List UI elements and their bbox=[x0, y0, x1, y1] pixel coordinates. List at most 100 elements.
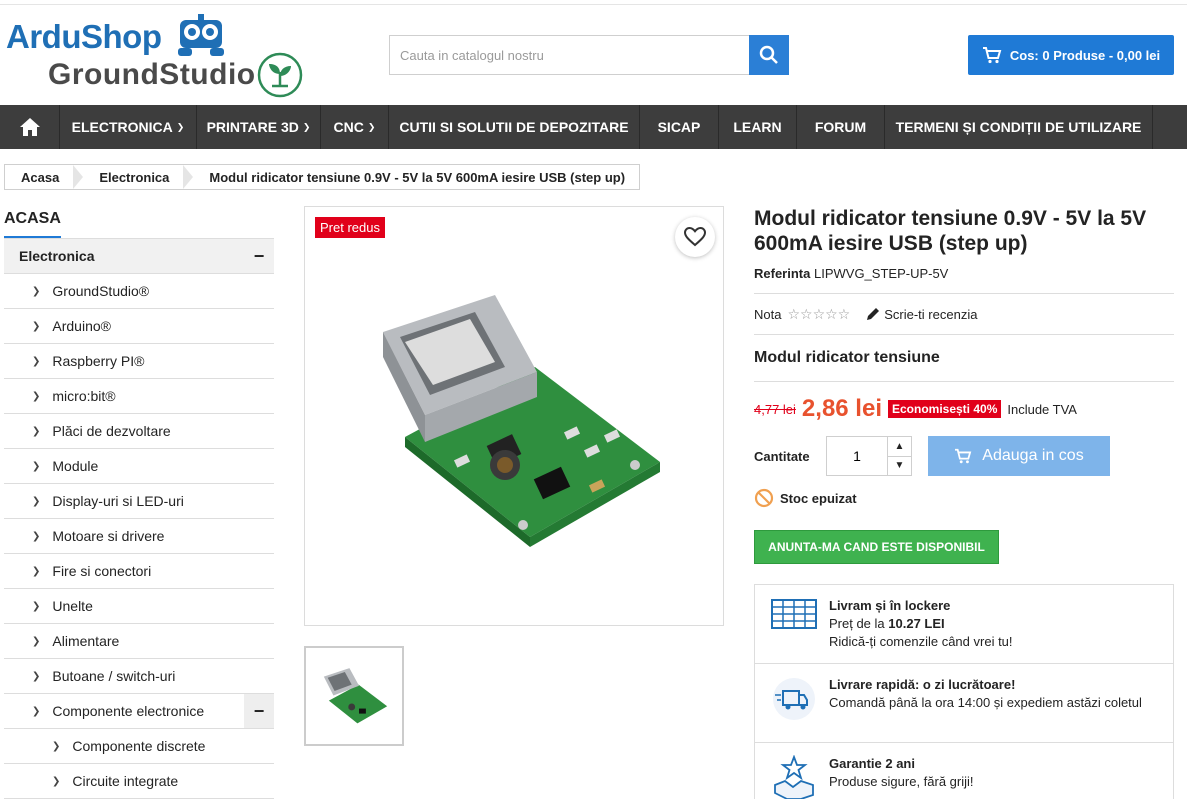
tax-label: Include TVA bbox=[1007, 401, 1077, 417]
breadcrumb-separator bbox=[183, 165, 194, 189]
sidebar-item-display[interactable]: ❯ Display-uri si LED-uri bbox=[4, 484, 274, 519]
write-review-link[interactable]: Scrie-ti recenzia bbox=[866, 307, 977, 322]
nav-home[interactable] bbox=[0, 105, 60, 149]
breadcrumb-current: Modul ridicator tensiune 0.9V - 5V la 5V… bbox=[209, 169, 626, 185]
logo-ardushop-text: ArduShop bbox=[6, 18, 162, 55]
chevron-right-icon: ❯ bbox=[32, 495, 41, 507]
sidebar-subitem-discrete[interactable]: ❯ Componente discrete bbox=[4, 729, 274, 764]
nav-printare-3d[interactable]: PRINTARE 3D ❯ bbox=[197, 105, 321, 149]
sidebar-item-electronica[interactable]: Electronica − bbox=[4, 239, 274, 274]
chevron-right-icon: ❯ bbox=[52, 775, 61, 787]
chevron-down-icon: ❯ bbox=[367, 121, 376, 132]
sidebar-item-alimentare[interactable]: ❯ Alimentare bbox=[4, 624, 274, 659]
quantity-down-icon[interactable]: ▼ bbox=[888, 455, 911, 476]
breadcrumb: Acasa Electronica Modul ridicator tensiu… bbox=[4, 164, 641, 190]
quantity-row: Cantitate ▲ ▼ Adauga in cos bbox=[754, 436, 1174, 476]
nav-cnc[interactable]: CNC ❯ bbox=[321, 105, 389, 149]
search-button[interactable] bbox=[749, 35, 789, 75]
collapse-icon[interactable]: − bbox=[244, 694, 274, 728]
rating-label: Nota bbox=[754, 306, 782, 322]
sidebar-item-butoane[interactable]: ❯ Butoane / switch-uri bbox=[4, 659, 274, 694]
chevron-down-icon: ❯ bbox=[302, 121, 311, 132]
sidebar-item-fire[interactable]: ❯ Fire si conectori bbox=[4, 554, 274, 589]
nav-sicap[interactable]: SICAP bbox=[640, 105, 719, 149]
delivery-info-box: Livram și în lockere Preț de la 10.27 LE… bbox=[754, 584, 1174, 799]
current-price: 2,86 lei bbox=[801, 395, 882, 422]
chevron-right-icon: ❯ bbox=[32, 600, 41, 612]
add-to-cart-button[interactable]: Adauga in cos bbox=[928, 436, 1110, 476]
stock-status: Stoc epuizat bbox=[754, 486, 1174, 510]
sidebar-item-microbit[interactable]: ❯ micro:bit® bbox=[4, 379, 274, 414]
search-input[interactable] bbox=[389, 35, 749, 75]
info-title: Livram și în lockere bbox=[829, 598, 951, 613]
chevron-right-icon: ❯ bbox=[32, 530, 41, 542]
sidebar-item-motoare[interactable]: ❯ Motoare si drivere bbox=[4, 519, 274, 554]
sidebar-item-placi[interactable]: ❯ Plăci de dezvoltare bbox=[4, 414, 274, 449]
chevron-right-icon: ❯ bbox=[32, 355, 41, 367]
robot-logo-icon bbox=[178, 14, 224, 56]
sidebar-item-unelte[interactable]: ❯ Unelte bbox=[4, 589, 274, 624]
category-sidebar: ACASA Electronica − ❯ GroundStudio® ❯ Ardu… bbox=[4, 206, 274, 799]
pencil-icon bbox=[867, 308, 880, 320]
product-main-image[interactable]: Pret redus bbox=[304, 206, 724, 626]
sidebar-item-raspberry[interactable]: ❯ Raspberry PI® bbox=[4, 344, 274, 379]
breadcrumb-home[interactable]: Acasa bbox=[5, 165, 73, 189]
cart-icon bbox=[982, 47, 1002, 64]
product-reference: Referinta LIPWVG_STEP-UP-5V bbox=[754, 266, 1174, 281]
chevron-right-icon: ❯ bbox=[32, 635, 41, 647]
locker-icon bbox=[771, 599, 817, 629]
info-title: Livrare rapidă: o zi lucrătoare! bbox=[829, 677, 1016, 692]
step-up-module-thumbnail bbox=[323, 668, 388, 724]
quantity-label: Cantitate bbox=[754, 448, 810, 464]
chevron-right-icon: ❯ bbox=[32, 670, 41, 682]
product-title: Modul ridicator tensiune 0.9V - 5V la 5V… bbox=[754, 207, 1147, 255]
quantity-input[interactable] bbox=[827, 437, 887, 475]
top-divider bbox=[0, 4, 1187, 5]
info-row-lockers: Livram și în lockere Preț de la 10.27 LE… bbox=[755, 585, 1173, 664]
product-info: Modul ridicator tensiune 0.9V - 5V la 5V… bbox=[754, 206, 1174, 564]
chevron-right-icon: ❯ bbox=[32, 320, 41, 332]
info-row-warranty: Garantie 2 ani Produse sigure, fără grij… bbox=[755, 743, 1173, 799]
nav-electronica[interactable]: ELECTRONICA ❯ bbox=[60, 105, 197, 149]
delivery-truck-icon bbox=[773, 678, 815, 720]
reference-label: Referinta bbox=[754, 266, 811, 281]
info-title: Garantie 2 ani bbox=[829, 756, 915, 771]
old-price: 4,77 lei bbox=[754, 401, 796, 417]
product-prices: 4,77 lei 2,86 lei Economisești 40% Inclu… bbox=[754, 382, 1174, 436]
chevron-right-icon: ❯ bbox=[32, 390, 41, 402]
chevron-right-icon: ❯ bbox=[32, 425, 41, 437]
cart-label: Cos: 0 Produse - 0,00 lei bbox=[1009, 47, 1161, 63]
nav-termeni[interactable]: TERMENI ȘI CONDIȚII DE UTILIZARE bbox=[885, 105, 1153, 149]
sidebar-item-module[interactable]: ❯ Module bbox=[4, 449, 274, 484]
chevron-right-icon: ❯ bbox=[32, 460, 41, 472]
site-logo[interactable]: ArduShop GroundStudio bbox=[4, 10, 314, 100]
notify-when-available-button[interactable]: ANUNTA-MA CAND ESTE DISPONIBIL bbox=[754, 530, 999, 564]
sidebar-item-groundstudio[interactable]: ❯ GroundStudio® bbox=[4, 274, 274, 309]
cart-button[interactable]: Cos: 0 Produse - 0,00 lei bbox=[968, 35, 1174, 75]
breadcrumb-electronica[interactable]: Electronica bbox=[83, 165, 183, 189]
search-bar bbox=[389, 35, 789, 75]
nav-learn[interactable]: LEARN bbox=[719, 105, 797, 149]
sidebar-subitem-integrate[interactable]: ❯ Circuite integrate bbox=[4, 764, 274, 799]
plant-logo-icon bbox=[257, 52, 303, 98]
cart-icon bbox=[955, 448, 972, 464]
rating-stars-icon: ☆☆☆☆☆ bbox=[787, 305, 851, 322]
chevron-right-icon: ❯ bbox=[32, 285, 41, 297]
quantity-arrows: ▲ ▼ bbox=[887, 437, 911, 475]
product-thumbnail[interactable] bbox=[304, 646, 404, 746]
breadcrumb-separator bbox=[73, 165, 84, 189]
out-of-stock-icon bbox=[754, 488, 774, 508]
chevron-right-icon: ❯ bbox=[52, 740, 61, 752]
quantity-up-icon[interactable]: ▲ bbox=[888, 437, 911, 456]
info-row-fast-delivery: Livrare rapidă: o zi lucrătoare! Comandă… bbox=[755, 664, 1173, 743]
chevron-right-icon: ❯ bbox=[32, 705, 41, 717]
collapse-icon[interactable]: − bbox=[244, 239, 274, 273]
reference-value: LIPWVG_STEP-UP-5V bbox=[813, 266, 949, 281]
discount-badge: Economisești 40% bbox=[887, 400, 1002, 418]
handshake-star-icon bbox=[774, 755, 814, 799]
sidebar-item-componente[interactable]: ❯ Componente electronice − bbox=[4, 694, 274, 729]
sidebar-title[interactable]: ACASA bbox=[4, 206, 61, 238]
nav-cutii[interactable]: CUTII SI SOLUTII DE DEPOZITARE bbox=[389, 105, 640, 149]
nav-forum[interactable]: FORUM bbox=[797, 105, 885, 149]
sidebar-item-arduino[interactable]: ❯ Arduino® bbox=[4, 309, 274, 344]
